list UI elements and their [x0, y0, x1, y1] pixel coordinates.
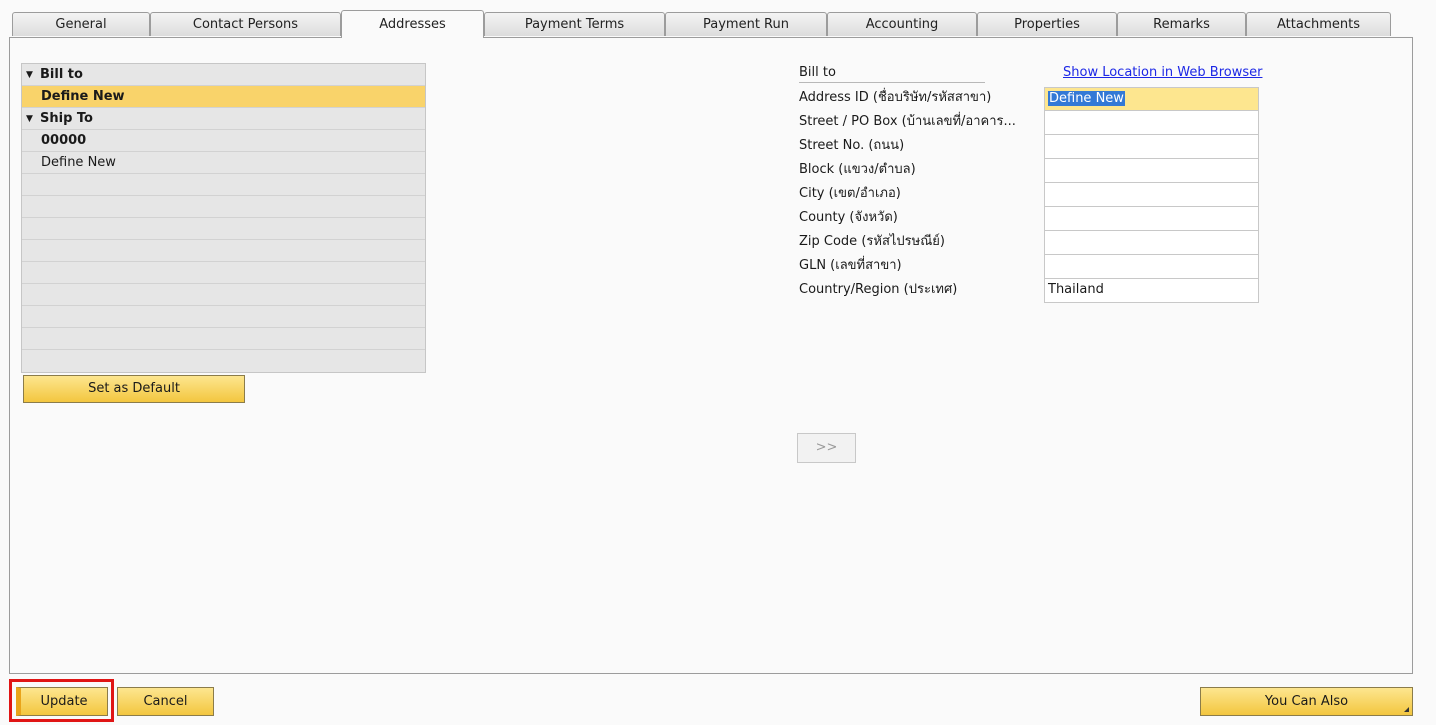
tab-contact-persons[interactable]: Contact Persons [150, 12, 341, 36]
tree-empty-row [22, 284, 425, 306]
gln-field[interactable] [1044, 255, 1259, 279]
tab-accounting[interactable]: Accounting [827, 12, 977, 36]
address-id-field[interactable]: Define New [1044, 87, 1259, 111]
bill-to-header-label: Bill to [40, 67, 83, 82]
field-label: Zip Code (รหัสไปรษณีย์) [799, 234, 945, 249]
show-location-link[interactable]: Show Location in Web Browser [1063, 63, 1262, 82]
field-label: GLN (เลขที่สาขา) [799, 258, 902, 273]
street-no-field[interactable] [1044, 135, 1259, 159]
tree-empty-row [22, 240, 425, 262]
field-label: City (เขต/อำเภอ) [799, 186, 901, 201]
city-field[interactable] [1044, 183, 1259, 207]
you-can-also-button[interactable]: You Can Also [1200, 687, 1413, 716]
ship-to-header-label: Ship To [40, 111, 93, 126]
tree-empty-row [22, 218, 425, 240]
country-region-field[interactable]: Thailand [1044, 279, 1259, 303]
tree-empty-row [22, 262, 425, 284]
field-label: Block (แขวง/ตำบล) [799, 162, 916, 177]
field-label: Address ID (ชื่อบริษัท/รหัสสาขา) [799, 90, 992, 105]
tab-attachments[interactable]: Attachments [1246, 12, 1391, 36]
address-tree: ▼ Bill to Define New ▼ Ship To 00000 Defin… [21, 63, 426, 373]
ship-to-address-item[interactable]: 00000 [22, 130, 425, 152]
collapse-triangle-icon[interactable]: ▼ [26, 109, 40, 130]
address-id-value: Define New [1048, 91, 1125, 106]
form-header: Bill to [799, 63, 985, 83]
cancel-button[interactable]: Cancel [117, 687, 214, 716]
tab-properties[interactable]: Properties [977, 12, 1117, 36]
tab-addresses[interactable]: Addresses [341, 10, 484, 38]
bill-to-group[interactable]: ▼ Bill to [22, 64, 425, 86]
block-field[interactable] [1044, 159, 1259, 183]
set-as-default-button[interactable]: Set as Default [23, 375, 245, 403]
update-button[interactable]: Update [16, 687, 108, 716]
collapse-triangle-icon[interactable]: ▼ [26, 65, 40, 86]
bill-to-define-new-item[interactable]: Define New [22, 86, 425, 108]
county-field[interactable] [1044, 207, 1259, 231]
field-label: Street / PO Box (บ้านเลขที่/อาคาร... [799, 114, 1016, 129]
tree-empty-row [22, 350, 425, 372]
ship-to-define-new-item[interactable]: Define New [22, 152, 425, 174]
tab-strip: General Contact Persons Addresses Paymen… [9, 10, 1413, 38]
tree-empty-row [22, 328, 425, 350]
tab-payment-terms[interactable]: Payment Terms [484, 12, 665, 36]
tree-empty-row [22, 174, 425, 196]
tab-general[interactable]: General [12, 12, 150, 36]
field-label: Country/Region (ประเทศ) [799, 282, 958, 297]
field-label: Street No. (ถนน) [799, 138, 905, 153]
tree-empty-row [22, 306, 425, 328]
you-can-also-label: You Can Also [1264, 694, 1349, 709]
street-po-box-field[interactable] [1044, 111, 1259, 135]
tree-empty-row [22, 196, 425, 218]
field-label: County (จังหวัด) [799, 210, 898, 225]
tab-payment-run[interactable]: Payment Run [665, 12, 827, 36]
move-address-button[interactable]: >> [797, 433, 856, 463]
tab-remarks[interactable]: Remarks [1117, 12, 1246, 36]
zip-code-field[interactable] [1044, 231, 1259, 255]
ship-to-group[interactable]: ▼ Ship To [22, 108, 425, 130]
dropdown-corner-icon [1404, 707, 1409, 712]
